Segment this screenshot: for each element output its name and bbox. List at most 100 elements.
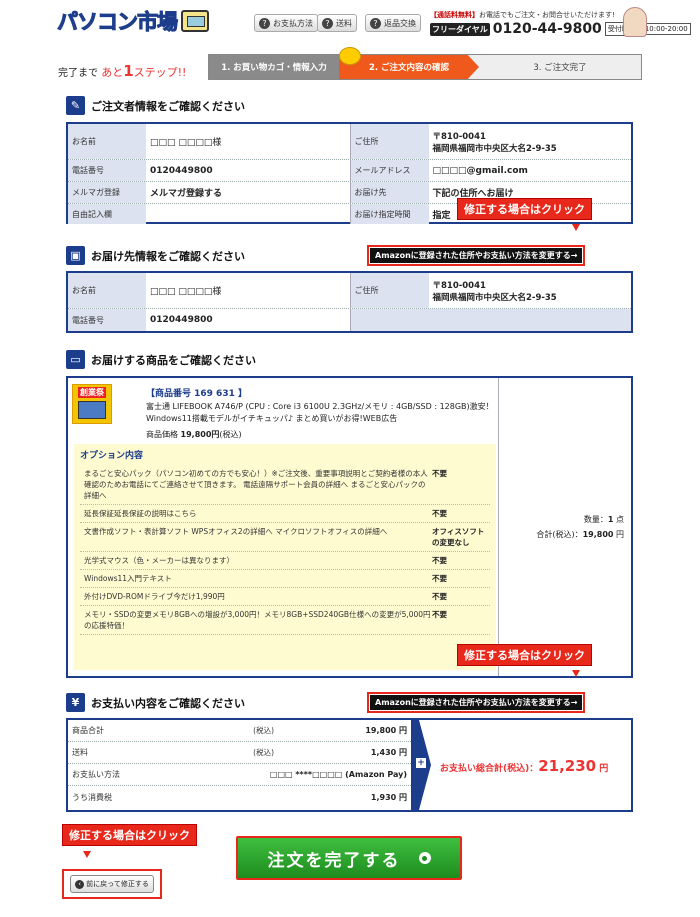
grand-unit: 円 xyxy=(599,764,609,774)
total-label: 合計(税込)： xyxy=(536,530,583,539)
payment-row-tax: (税込) xyxy=(253,748,274,757)
orderer-section-title: ✎ ご注文者情報をご確認ください xyxy=(66,96,245,115)
pencil-icon: ✎ xyxy=(66,96,85,115)
freedial-icon: フリーダイヤル xyxy=(430,22,490,36)
ship-name-value: □□□ □□□□様 xyxy=(150,287,222,297)
email-label: メールアドレス xyxy=(350,160,429,181)
steps-suffix: ステップ!! xyxy=(133,66,187,79)
product-price: 商品価格 19,800円(税込) xyxy=(146,429,242,440)
payment-section-title: ¥ お支払い内容をご確認ください xyxy=(66,693,245,712)
phone-label: 電話番号 xyxy=(68,160,146,181)
address-value: 福岡県福岡市中央区大名2-9-35 xyxy=(432,143,557,154)
payment-row-label: お支払い方法 xyxy=(72,770,120,779)
edit-hint-label-3: 修正する場合はクリック xyxy=(62,824,197,846)
register-icon: ¥ xyxy=(66,693,85,712)
payment-row: 商品合計 (税込) 19,800 円 xyxy=(68,720,411,742)
question-icon: ? xyxy=(370,17,381,29)
returns-button[interactable]: ? 返品交換 xyxy=(365,14,421,32)
price-value: 19,800円 xyxy=(180,430,220,439)
option-question: 延長保証延長保証の説明はこちら xyxy=(84,509,197,518)
address-label: ご住所 xyxy=(350,124,429,159)
product-description: 富士通 LIFEBOOK A746/P (CPU : Core i3 6100U… xyxy=(146,402,494,423)
shipping-fee-button[interactable]: ? 送料 xyxy=(317,14,357,32)
product-image: 創業祭 xyxy=(72,384,112,424)
shipping-title-text: お届け先情報をご確認ください xyxy=(91,249,245,263)
arrow-down-icon xyxy=(572,224,580,231)
total-value: 19,800 xyxy=(582,530,614,539)
free-value xyxy=(146,204,350,224)
quantity: 数量：1 点 xyxy=(504,514,624,525)
step-1: 1. お買い物カゴ・情報入力 xyxy=(209,55,339,79)
mailmag-value: メルマガ登録する xyxy=(150,189,223,199)
back-button-label: 前に戻って修正する xyxy=(86,880,149,888)
amazon-change-button[interactable]: Amazonに登録された住所やお支払い方法を変更する→ xyxy=(367,245,586,266)
option-row: 光学式マウス（色・メーカーは異なります） 不要 xyxy=(80,552,490,570)
email-value: □□□□@gmail.com xyxy=(432,165,528,176)
ship-phone-value: 0120449800 xyxy=(150,315,213,325)
back-button-frame: ‹ 前に戻って修正する xyxy=(62,869,162,899)
payment-row-tax: (税込) xyxy=(253,726,274,735)
step-3: 3. ご注文完了 xyxy=(533,63,587,73)
payment-row-value: 19,800 円 xyxy=(365,726,407,735)
deliver-label: お届け先 xyxy=(350,182,429,203)
grand-value: 21,230 xyxy=(538,757,597,775)
product-badge: 創業祭 xyxy=(78,387,106,398)
option-question: メモリ・SSDの変更メモリ8GBへの増設が3,000円！メモリ8GB+SSD24… xyxy=(84,610,431,630)
laptop-icon xyxy=(78,401,106,419)
payment-row-label: 商品合計 xyxy=(72,726,104,735)
ship-address-label: ご住所 xyxy=(350,273,429,308)
option-row: 外付けDVD-ROMドライブ今だけ1,990円 不要 xyxy=(80,588,490,606)
option-row: まるごと安心パック（パソコン初めての方でも安心！）※ご注文後、重要事項説明とご契… xyxy=(80,465,490,505)
payment-row: お支払い方法 □□□ ****□□□□ (Amazon Pay) xyxy=(68,764,411,786)
payment-row-value: □□□ ****□□□□ (Amazon Pay) xyxy=(269,770,407,779)
payment-row-value: 1,430 円 xyxy=(370,748,407,757)
monitor-icon: ▭ xyxy=(66,350,85,369)
qty-label: 数量： xyxy=(583,515,608,524)
payment-row: 送料 (税込) 1,430 円 xyxy=(68,742,411,764)
phone-value: 0120449800 xyxy=(150,165,213,176)
mailmag-label: メルマガ登録 xyxy=(68,182,146,203)
product-table: 創業祭 【商品番号 169 631 】 富士通 LIFEBOOK A746/P … xyxy=(66,376,633,678)
option-answer: 不要 xyxy=(432,610,447,619)
products-section-title: ▭ お届けする商品をご確認ください xyxy=(66,350,256,369)
option-answer: 不要 xyxy=(432,469,447,478)
edit-hint-label-2: 修正する場合はクリック xyxy=(457,644,592,666)
option-answer: 不要 xyxy=(432,574,447,583)
steps-remaining: 完了まで あと1ステップ!! xyxy=(58,62,186,80)
option-row: Windows11入門テキスト 不要 xyxy=(80,570,490,588)
steps-prefix: 完了まで xyxy=(58,68,98,79)
option-answer: 不要 xyxy=(432,509,447,518)
mascot-icon xyxy=(339,47,361,65)
payment-row-value: 1,930 円 xyxy=(370,792,407,802)
price-tax: (税込) xyxy=(219,430,242,439)
payment-method-button[interactable]: ? お支払方法 xyxy=(254,14,318,32)
payment-row-label: 送料 xyxy=(72,748,88,757)
option-question: 文書作成ソフト・表計算ソフト WPSオフィス2の詳細へ マイクロソフトオフィスの… xyxy=(84,527,388,536)
logo-computer-icon xyxy=(181,10,209,32)
shipping-table: お名前 □□□ □□□□様 ご住所 〒810-0041 福岡県福岡市中央区大名2-9-… xyxy=(66,271,633,333)
options-box: オプション内容 まるごと安心パック（パソコン初めての方でも安心！）※ご注文後、重… xyxy=(74,444,496,670)
arrow-down-icon-2 xyxy=(572,670,580,677)
product-number[interactable]: 【商品番号 169 631 】 xyxy=(146,386,247,399)
complete-order-button[interactable]: 注文を完了する xyxy=(236,836,462,880)
back-button[interactable]: ‹ 前に戻って修正する xyxy=(70,875,154,893)
arrow-down-icon-3 xyxy=(83,851,91,858)
tel-number: 0120-44-9800 xyxy=(492,21,602,37)
steps-num: 1 xyxy=(123,62,134,80)
option-answer: オフィスソフトの変更なし xyxy=(432,527,485,547)
item-total: 合計(税込)：19,800 円 xyxy=(504,529,624,540)
total-unit: 円 xyxy=(616,530,624,539)
option-question: Windows11入門テキスト xyxy=(84,574,172,583)
edit-hint-label: 修正する場合はクリック xyxy=(457,198,592,220)
payment-method-label: お支払方法 xyxy=(273,18,313,28)
qty-unit: 点 xyxy=(616,515,624,524)
payment-table: 商品合計 (税込) 19,800 円送料 (税込) 1,430 円お支払い方法 □□□ *… xyxy=(66,718,633,812)
option-row: メモリ・SSDの変更メモリ8GBへの増設が3,000円！メモリ8GB+SSD24… xyxy=(80,606,490,635)
price-label: 商品価格 xyxy=(146,430,178,439)
products-title-text: お届けする商品をご確認ください xyxy=(91,353,256,367)
payment-row: うち消費税 1,930 円 xyxy=(68,786,411,808)
progress-steps: 1. お買い物カゴ・情報入力 2. ご注文内容の確認 3. ご注文完了 xyxy=(208,54,642,80)
site-logo[interactable]: パソコン市場 xyxy=(57,6,217,36)
time-label: お届け指定時間 xyxy=(350,204,429,224)
amazon-change-button-2[interactable]: Amazonに登録された住所やお支払い方法を変更する→ xyxy=(367,692,586,713)
